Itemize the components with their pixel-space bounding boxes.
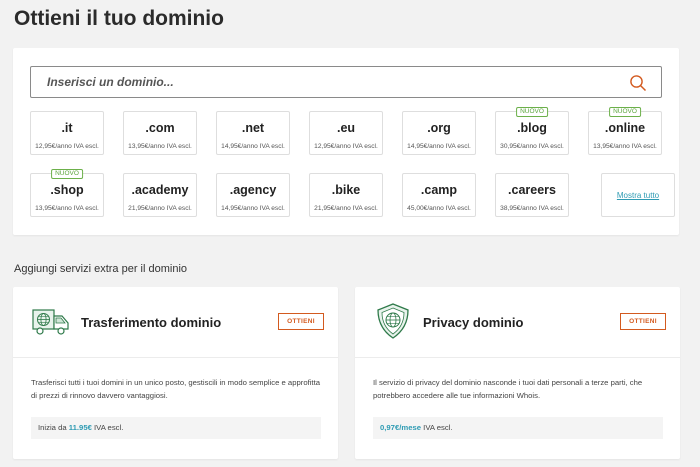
price-value: 11.95€ [68, 423, 92, 432]
tld-org[interactable]: .org 14,95€/anno IVA escl. [402, 111, 476, 155]
tld-shop[interactable]: NUOVO .shop 13,95€/anno IVA escl. [30, 169, 104, 217]
new-badge: NUOVO [609, 107, 641, 117]
tld-name: .shop [50, 183, 84, 197]
tld-net[interactable]: .net 14,95€/anno IVA escl. [216, 111, 290, 155]
tld-price: 21,95€/anno IVA escl. [128, 205, 192, 212]
tld-price: 14,95€/anno IVA escl. [407, 143, 471, 150]
price-suffix: IVA escl. [91, 423, 124, 432]
tld-name: .it [61, 121, 73, 135]
tld-price: 21,95€/anno IVA escl. [314, 205, 378, 212]
tld-agency[interactable]: .agency 14,95€/anno IVA escl. [216, 173, 290, 217]
tld-careers[interactable]: .careers 38,95€/anno IVA escl. [495, 173, 569, 217]
service-description: Il servizio di privacy del dominio nasco… [373, 378, 643, 400]
service-price: Inizia da 11.95€ IVA escl. [31, 417, 321, 439]
tld-price: 45,00€/anno IVA escl. [407, 205, 471, 212]
show-all-link[interactable]: Mostra tutto [601, 173, 675, 217]
tld-price: 12,95€/anno IVA escl. [314, 143, 378, 150]
service-header: Privacy dominio OTTIENI [355, 287, 680, 358]
extra-services-heading: Aggiungi servizi extra per il dominio [14, 263, 188, 275]
page-title: Ottieni il tuo dominio [14, 7, 224, 30]
service-card-privacy: Privacy dominio OTTIENI Il servizio di p… [355, 287, 680, 459]
service-title: Privacy dominio [423, 315, 524, 330]
get-transfer-button[interactable]: OTTIENI [278, 313, 324, 330]
service-header: Trasferimento dominio OTTIENI [13, 287, 338, 358]
tld-academy[interactable]: .academy 21,95€/anno IVA escl. [123, 173, 197, 217]
tld-com[interactable]: .com 13,95€/anno IVA escl. [123, 111, 197, 155]
tld-price: 13,95€/anno IVA escl. [128, 143, 192, 150]
truck-globe-icon [32, 309, 69, 335]
tld-name: .bike [331, 183, 361, 197]
search-icon[interactable] [629, 74, 647, 92]
price-prefix: Inizia da [38, 423, 69, 432]
tld-price: 38,95€/anno IVA escl. [500, 205, 564, 212]
tld-name: .agency [229, 183, 277, 197]
service-description: Trasferisci tutti i tuoi domini in un un… [31, 378, 320, 400]
tld-name: .com [145, 121, 175, 135]
tld-blog[interactable]: NUOVO .blog 30,95€/anno IVA escl. [495, 107, 569, 155]
service-price: 0,97€/mese IVA escl. [373, 417, 663, 439]
service-card-transfer: Trasferimento dominio OTTIENI Trasferisc… [13, 287, 338, 459]
tld-name: .academy [131, 183, 189, 197]
tld-name: .org [427, 121, 451, 135]
service-title: Trasferimento dominio [81, 315, 222, 330]
tld-price: 14,95€/anno IVA escl. [221, 205, 285, 212]
get-privacy-button[interactable]: OTTIENI [620, 313, 666, 330]
tld-price: 14,95€/anno IVA escl. [221, 143, 285, 150]
search-box[interactable] [30, 66, 662, 98]
price-suffix: IVA escl. [421, 423, 453, 432]
search-input[interactable] [47, 67, 607, 97]
price-value: 0,97€/mese [380, 423, 422, 432]
tld-name: .eu [336, 121, 356, 135]
tld-price: 30,95€/anno IVA escl. [500, 143, 564, 150]
tld-name: .camp [420, 183, 458, 197]
tld-price: 13,95€/anno IVA escl. [35, 205, 99, 212]
tld-camp[interactable]: .camp 45,00€/anno IVA escl. [402, 173, 476, 217]
tld-bike[interactable]: .bike 21,95€/anno IVA escl. [309, 173, 383, 217]
tld-name: .net [241, 121, 265, 135]
new-badge: NUOVO [51, 169, 83, 179]
new-badge: NUOVO [516, 107, 548, 117]
tld-eu[interactable]: .eu 12,95€/anno IVA escl. [309, 111, 383, 155]
tld-name: .online [604, 121, 646, 135]
tld-online[interactable]: NUOVO .online 13,95€/anno IVA escl. [588, 107, 662, 155]
tld-name: .blog [517, 121, 547, 135]
tld-name: .careers [508, 183, 556, 197]
tld-price: 12,95€/anno IVA escl. [35, 143, 99, 150]
shield-globe-icon [377, 303, 409, 339]
tld-price: 13,95€/anno IVA escl. [593, 143, 657, 150]
tld-it[interactable]: .it 12,95€/anno IVA escl. [30, 111, 104, 155]
domain-search-card: .it 12,95€/anno IVA escl. .com 13,95€/an… [13, 48, 679, 235]
